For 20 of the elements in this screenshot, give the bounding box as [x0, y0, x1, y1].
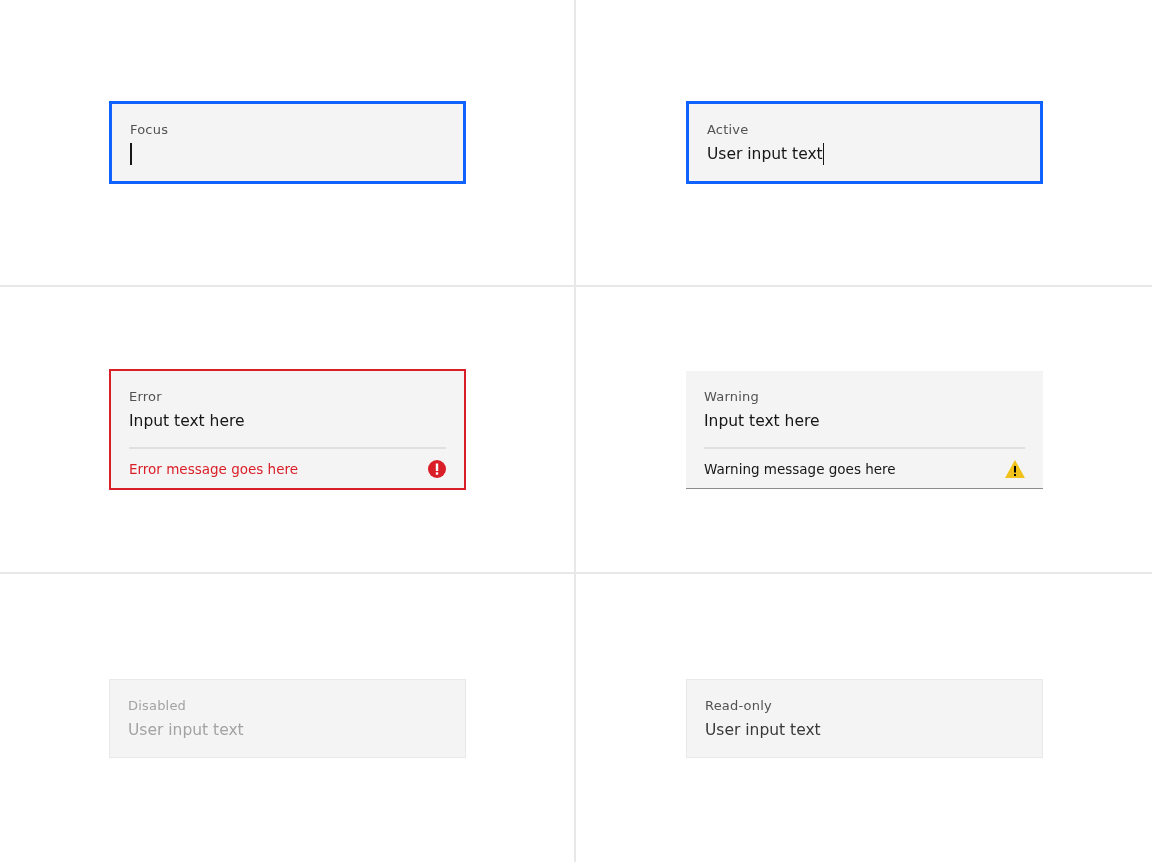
- input-field[interactable]: Focus: [109, 101, 466, 184]
- field-label: Active: [707, 121, 750, 139]
- input-value: User input text: [707, 144, 823, 165]
- error-icon: [428, 460, 446, 478]
- input-value: Input text here: [129, 411, 245, 432]
- input-field[interactable]: Error Input text here Error message goes here: [109, 369, 466, 490]
- field-label: Error: [129, 388, 163, 406]
- warning-icon: [1005, 459, 1025, 478]
- helper-message: Error message goes here: [129, 460, 299, 479]
- helper-message: Warning message goes here: [704, 459, 896, 479]
- field-label: Disabled: [128, 696, 188, 715]
- input-value: User input text: [128, 719, 244, 741]
- input-value: User input text: [705, 719, 821, 741]
- field-label: Focus: [130, 121, 170, 139]
- field-label: Read-only: [705, 696, 773, 715]
- input-field[interactable]: Read-only User input text: [686, 678, 1043, 758]
- input-value: Input text here: [704, 410, 820, 432]
- input-field[interactable]: Warning Input text here Warning message goes here: [686, 370, 1043, 489]
- input-field[interactable]: Active User input text: [686, 101, 1043, 184]
- field-label: Warning: [704, 387, 760, 406]
